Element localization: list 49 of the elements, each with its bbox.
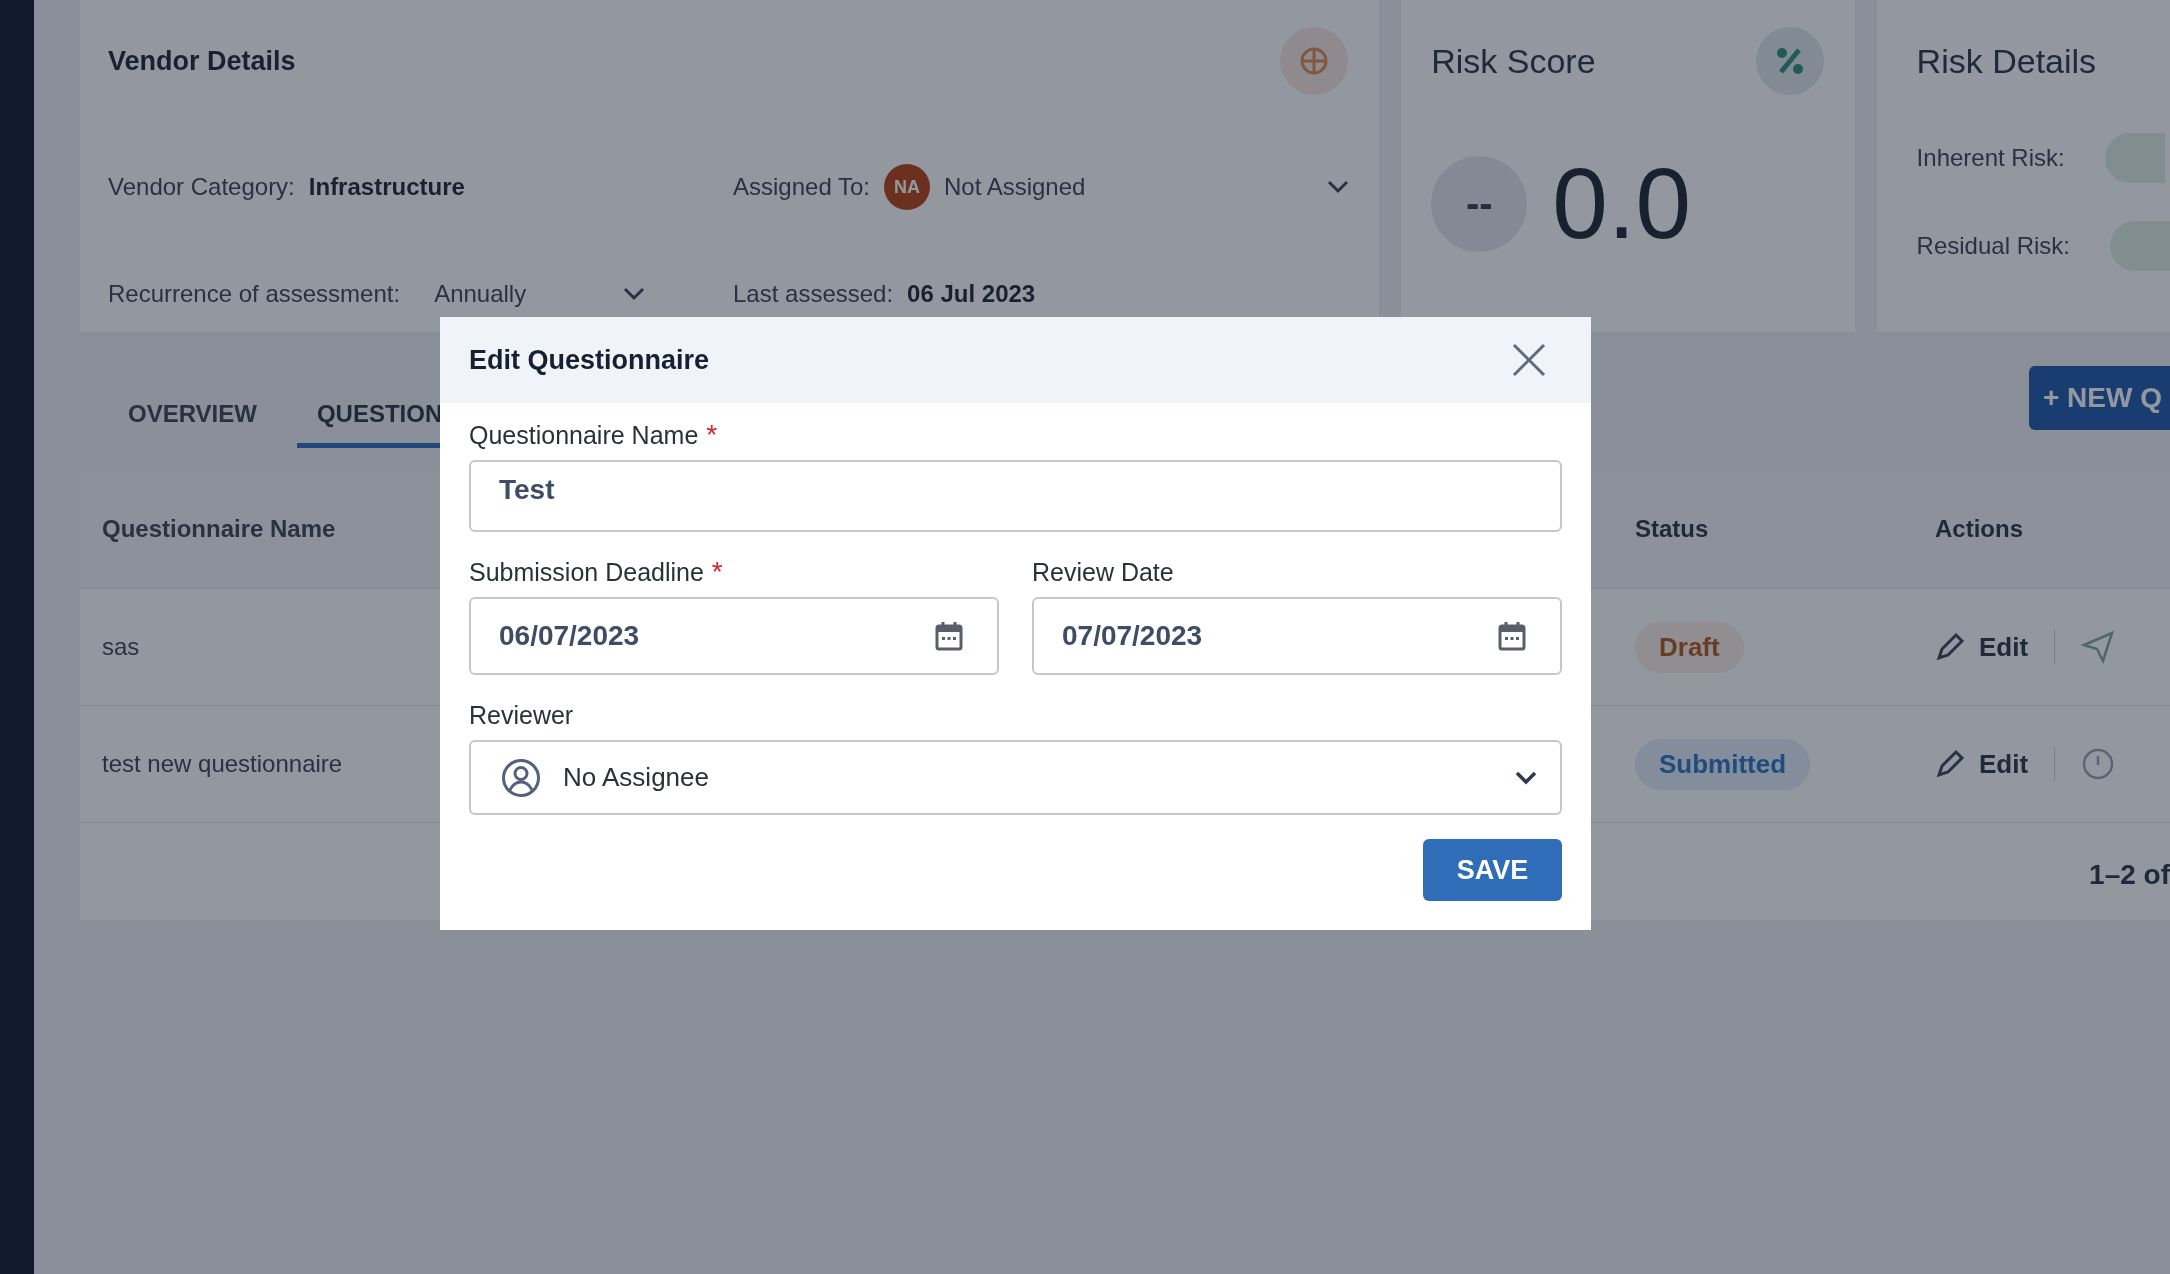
field-label: Submission Deadline	[469, 558, 704, 587]
date-field[interactable]: 06/07/2023	[469, 597, 999, 675]
calendar-icon[interactable]	[1498, 621, 1526, 651]
close-icon[interactable]	[1512, 343, 1546, 377]
risk-label: Residual Risk:	[1916, 232, 2070, 260]
tab[interactable]: OVERVIEW	[108, 400, 277, 448]
date-field[interactable]: 07/07/2023	[1032, 597, 1562, 675]
column-header: Questionnaire Name	[102, 515, 337, 543]
user-icon	[501, 757, 541, 798]
status-badge: Draft	[1635, 621, 1744, 673]
percent-icon	[1754, 26, 1825, 96]
field-value: Infrastructure	[308, 173, 465, 201]
card-title: Risk Details	[1916, 42, 2097, 80]
field-label: Assigned To:	[733, 173, 870, 201]
new-questionnaire-button[interactable]: + NEW Q	[2029, 366, 2170, 430]
field-label: Reviewer	[469, 701, 574, 730]
reviewer-select[interactable]: No Assignee	[469, 740, 1562, 815]
pagination-text: 1–2 of	[2089, 859, 2170, 891]
column-header: Status	[1635, 515, 1710, 543]
recurrence-select[interactable]: Annually	[434, 280, 610, 308]
field-label: Review Date	[1032, 558, 1174, 587]
edit-link[interactable]: Edit	[1979, 631, 2029, 663]
pencil-icon[interactable]	[1935, 749, 1965, 779]
table-cell: sas	[102, 633, 140, 660]
pencil-icon[interactable]	[1935, 632, 1965, 662]
card-title: Vendor Details	[108, 45, 296, 77]
field-label: Vendor Category:	[108, 173, 295, 201]
field-value: 06 Jul 2023	[907, 280, 1036, 308]
globe-icon	[1279, 26, 1350, 96]
field-label: Questionnaire Name	[469, 421, 699, 450]
calendar-icon[interactable]	[935, 621, 963, 651]
score-badge: --	[1431, 155, 1528, 252]
chevron-down-icon[interactable]	[1514, 769, 1538, 786]
table-cell: test new questionnaire	[102, 750, 343, 777]
required-mark: *	[706, 421, 718, 449]
text-field[interactable]: Test	[469, 460, 1562, 532]
save-button[interactable]: SAVE	[1423, 839, 1562, 901]
dialog-title: Edit Questionnaire	[469, 344, 710, 376]
avatar: NA	[884, 164, 930, 210]
assignee-name: Not Assigned	[944, 173, 1086, 201]
required-mark: *	[711, 558, 723, 586]
risk-score-value: 0.0	[1552, 146, 1692, 261]
card-title: Risk Score	[1431, 41, 1596, 81]
field-label: Last assessed:	[733, 280, 894, 308]
field-label: Recurrence of assessment:	[108, 280, 401, 308]
column-header: Actions	[1935, 515, 2024, 543]
risk-label: Inherent Risk:	[1916, 144, 2065, 172]
status-badge: Submitted	[1635, 738, 1811, 790]
edit-link[interactable]: Edit	[1979, 748, 2029, 780]
